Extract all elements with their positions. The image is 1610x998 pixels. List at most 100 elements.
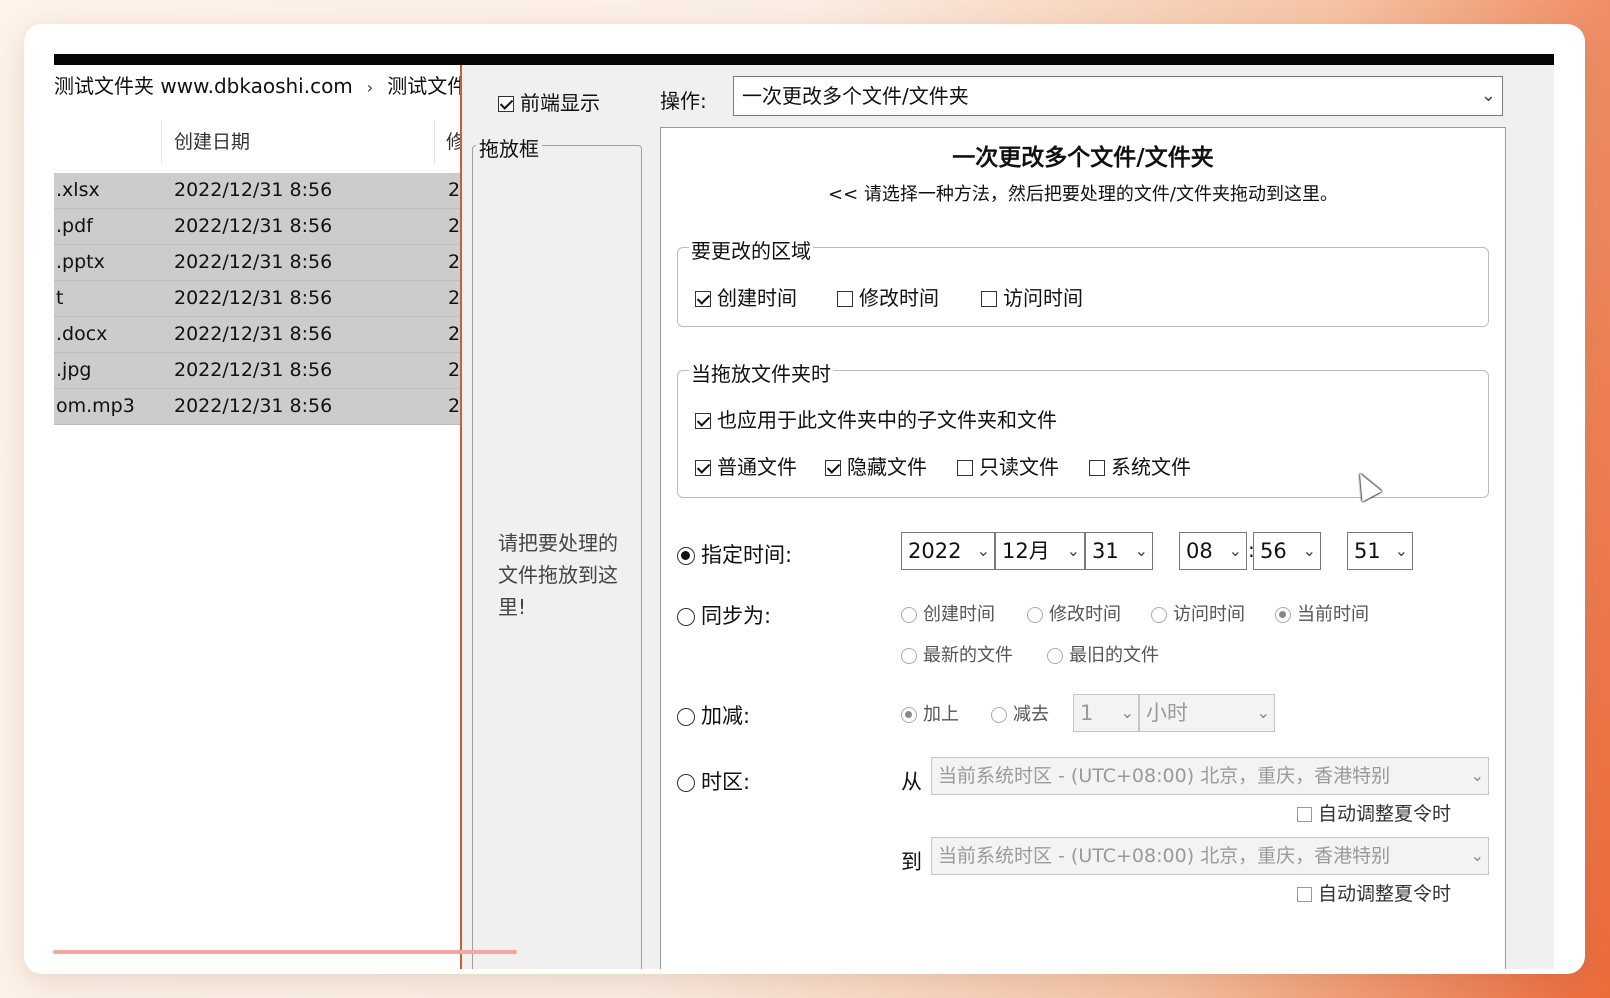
minute-value: 56	[1260, 539, 1287, 563]
bottom-accent-bar	[53, 950, 517, 954]
radio-icon	[677, 608, 695, 626]
timestamp-dialog: 前端显示 操作: 一次更改多个文件/文件夹 ⌄ 拖放框 请把要处理的文件拖放到这…	[462, 65, 1554, 969]
file-created: 2022/12/31 8:56	[174, 251, 333, 273]
breadcrumb-item[interactable]: 测试文件夹 www.dbkaoshi.com	[54, 74, 353, 98]
file-created: 2022/12/31 8:56	[174, 179, 333, 201]
apply-subfolders-checkbox[interactable]: 也应用于此文件夹中的子文件夹和文件	[695, 404, 1057, 433]
normal-files-checkbox[interactable]: 普通文件	[695, 451, 797, 480]
adjust-unit-select[interactable]: 小时 ⌄	[1139, 694, 1275, 732]
timezone-radio[interactable]: 时区:	[677, 766, 750, 796]
sync-option-label: 修改时间	[1049, 604, 1121, 625]
checkbox-icon	[1297, 887, 1312, 902]
operation-value: 一次更改多个文件/文件夹	[742, 84, 969, 108]
file-row[interactable]: t2022/12/31 8:5620	[54, 281, 499, 317]
panel-subtitle: << 请选择一种方法，然后把要处理的文件/文件夹拖动到这里。	[828, 184, 1338, 205]
adjust-unit-value: 小时	[1146, 701, 1188, 725]
sync-option-access[interactable]: 访问时间	[1151, 600, 1245, 626]
file-row[interactable]: .pptx2022/12/31 8:5620	[54, 245, 499, 281]
timezone-from-select[interactable]: 当前系统时区 - (UTC+08:00) 北京，重庆，香港特别 ⌄	[931, 757, 1489, 795]
timezone-to-label: 到	[901, 850, 922, 874]
file-row[interactable]: .pdf2022/12/31 8:5620	[54, 209, 499, 245]
timezone-to-value: 当前系统时区 - (UTC+08:00) 北京，重庆，香港特别	[938, 845, 1391, 867]
dst-from-checkbox[interactable]: 自动调整夏令时	[1297, 799, 1451, 826]
file-name: .xlsx	[56, 179, 100, 201]
chevron-down-icon: ⌄	[976, 541, 990, 560]
hour-select[interactable]: 08 ⌄	[1179, 532, 1247, 570]
create-time-checkbox[interactable]: 创建时间	[695, 282, 797, 311]
dst-to-label: 自动调整夏令时	[1318, 883, 1452, 905]
readonly-files-checkbox[interactable]: 只读文件	[957, 451, 1059, 480]
chevron-down-icon: ⌄	[1134, 541, 1148, 560]
chevron-down-icon: ⌄	[1066, 541, 1080, 560]
method-panel: 一次更改多个文件/文件夹 << 请选择一种方法，然后把要处理的文件/文件夹拖动到…	[660, 127, 1506, 969]
sync-option-newest[interactable]: 最新的文件	[901, 641, 1013, 667]
radio-icon	[677, 547, 695, 565]
chevron-down-icon: ⌄	[1256, 703, 1270, 722]
file-created: 2022/12/31 8:56	[174, 287, 333, 309]
adjust-add-label: 加上	[923, 704, 959, 725]
sync-radio[interactable]: 同步为:	[677, 600, 771, 630]
breadcrumb-item[interactable]: 测试文件	[387, 74, 467, 98]
year-value: 2022	[908, 539, 962, 563]
sync-option-oldest[interactable]: 最旧的文件	[1047, 641, 1159, 667]
adjust-label: 加减:	[701, 704, 751, 728]
file-row[interactable]: .xlsx2022/12/31 8:5620	[54, 173, 499, 209]
second-value: 51	[1354, 539, 1381, 563]
sync-option-current[interactable]: 当前时间	[1275, 600, 1369, 626]
modify-time-checkbox[interactable]: 修改时间	[837, 282, 939, 311]
sync-option-modify[interactable]: 修改时间	[1027, 600, 1121, 626]
access-time-checkbox[interactable]: 访问时间	[981, 282, 1083, 311]
folder-group-title: 当拖放文件夹时	[689, 358, 833, 387]
month-select[interactable]: 12月 ⌄	[995, 532, 1085, 570]
file-row[interactable]: .jpg2022/12/31 8:5620	[54, 353, 499, 389]
adjust-subtract-label: 减去	[1013, 704, 1049, 725]
radio-icon	[901, 607, 917, 623]
chevron-down-icon: ⌄	[1120, 703, 1134, 722]
second-select[interactable]: 51 ⌄	[1347, 532, 1413, 570]
file-row[interactable]: om.mp32022/12/31 8:5620	[54, 389, 499, 425]
hidden-files-checkbox[interactable]: 隐藏文件	[825, 451, 927, 480]
checkbox-icon	[1089, 460, 1105, 476]
access-time-label: 访问时间	[1003, 286, 1083, 310]
front-display-checkbox[interactable]: 前端显示	[498, 87, 600, 116]
hidden-files-label: 隐藏文件	[847, 455, 927, 479]
chevron-down-icon: ⌄	[1468, 758, 1484, 794]
adjust-radio[interactable]: 加减:	[677, 700, 750, 730]
minute-select[interactable]: 56 ⌄	[1253, 532, 1321, 570]
adjust-amount-value: 1	[1080, 701, 1094, 725]
column-divider[interactable]	[161, 120, 162, 164]
timezone-to-select[interactable]: 当前系统时区 - (UTC+08:00) 北京，重庆，香港特别 ⌄	[931, 837, 1489, 875]
adjust-add-radio[interactable]: 加上	[901, 700, 959, 726]
sync-option-label: 访问时间	[1173, 604, 1245, 625]
timezone-from-value: 当前系统时区 - (UTC+08:00) 北京，重庆，香港特别	[938, 765, 1391, 787]
column-header-created[interactable]: 创建日期	[174, 120, 250, 164]
file-created: 2022/12/31 8:56	[174, 359, 333, 381]
adjust-amount-select[interactable]: 1 ⌄	[1073, 694, 1139, 732]
column-divider[interactable]	[434, 120, 435, 164]
screenshot-card: 测试文件夹 www.dbkaoshi.com › 测试文件 创建日期 修 .xlsx…	[24, 24, 1585, 974]
specify-time-radio[interactable]: 指定时间:	[677, 539, 792, 569]
day-select[interactable]: 31 ⌄	[1085, 532, 1153, 570]
file-row[interactable]: .docx2022/12/31 8:5620	[54, 317, 499, 353]
file-name: om.mp3	[56, 395, 135, 417]
chevron-down-icon: ⌄	[1480, 85, 1496, 106]
sync-option-label: 最新的文件	[923, 645, 1013, 666]
drop-frame-title: 拖放框	[476, 133, 542, 162]
sync-option-create[interactable]: 创建时间	[901, 600, 995, 626]
system-files-checkbox[interactable]: 系统文件	[1089, 451, 1191, 480]
year-select[interactable]: 2022 ⌄	[901, 532, 995, 570]
file-list: .xlsx2022/12/31 8:5620 .pdf2022/12/31 8:…	[54, 173, 499, 425]
radio-icon	[677, 774, 695, 792]
adjust-subtract-radio[interactable]: 减去	[991, 700, 1049, 726]
radio-icon	[1151, 607, 1167, 623]
chevron-down-icon: ⌄	[1394, 541, 1408, 560]
sync-option-label: 创建时间	[923, 604, 995, 625]
timezone-label: 时区:	[701, 770, 751, 794]
checkbox-icon	[695, 291, 711, 307]
checkbox-icon	[837, 291, 853, 307]
radio-icon	[677, 708, 695, 726]
dst-to-checkbox[interactable]: 自动调整夏令时	[1297, 879, 1451, 906]
operation-select[interactable]: 一次更改多个文件/文件夹 ⌄	[733, 76, 1503, 116]
breadcrumb[interactable]: 测试文件夹 www.dbkaoshi.com › 测试文件	[54, 71, 467, 101]
checkbox-icon	[981, 291, 997, 307]
